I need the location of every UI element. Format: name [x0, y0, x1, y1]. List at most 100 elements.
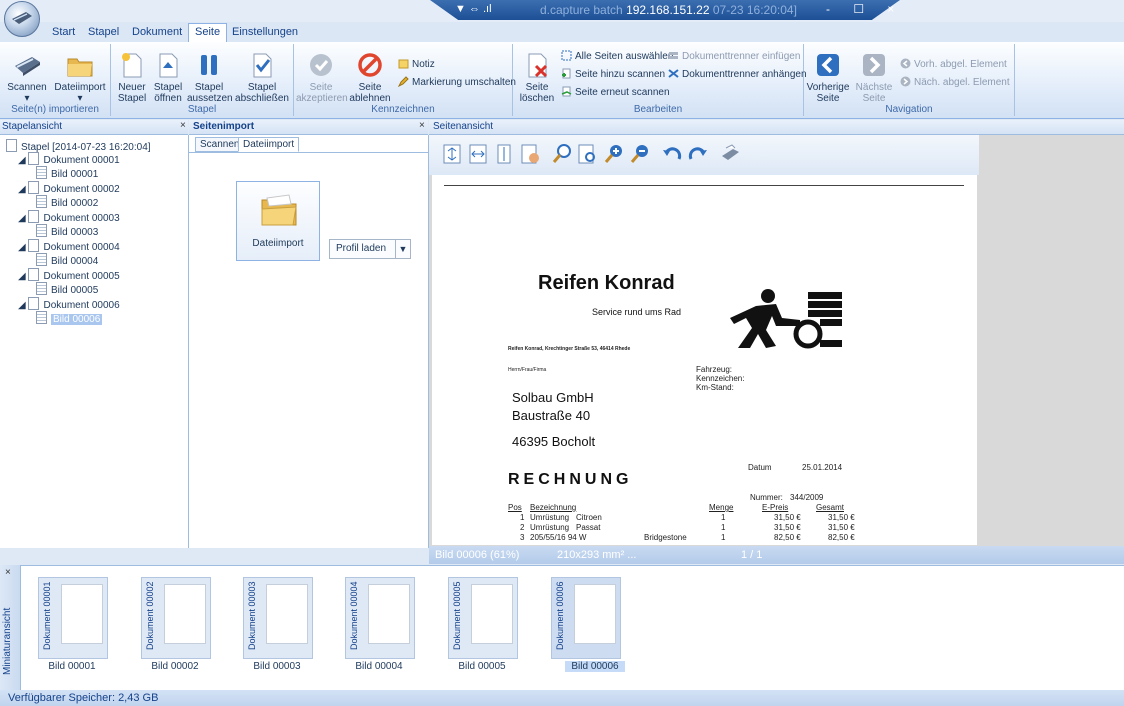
add-page-icon	[562, 68, 571, 79]
open-batch-button[interactable]: Stapel öffnen	[151, 50, 185, 104]
accept-page-button[interactable]: Seite akzeptieren	[296, 50, 348, 104]
thumbnail-item[interactable]: Dokument 00001	[38, 577, 108, 659]
tree-document[interactable]: ◢ Dokument 00004	[18, 239, 120, 253]
group-bearbeiten: Seite löschen Alle Seiten auswählen Seite…	[513, 44, 807, 116]
add-scan-button[interactable]: Seite hinzu scannen	[561, 68, 665, 80]
group-kennzeichnen: Seite akzeptieren Seite ablehnen Notiz Mar…	[294, 44, 516, 116]
chevron-left-icon	[817, 54, 839, 76]
tree-page[interactable]: Bild 00005	[36, 282, 98, 296]
thumbnail-image	[266, 584, 308, 644]
prev-label-1: Vorherige	[806, 82, 850, 93]
tree-page[interactable]: Bild 00004	[36, 253, 98, 267]
previous-element-button[interactable]: Vorh. abgel. Element	[900, 58, 1007, 70]
ribbon-tabs: Start Stapel Dokument Seite Einstellunge…	[0, 22, 1124, 42]
reject-page-button[interactable]: Seite ablehnen	[348, 50, 392, 104]
close-batch-button[interactable]: Stapel abschließen	[235, 50, 289, 104]
scan-button[interactable]: Scannen ▾	[4, 50, 50, 104]
close-seitenimport-button[interactable]: ×	[419, 120, 425, 131]
zoom-in-icon[interactable]	[603, 143, 625, 165]
application-menu-button[interactable]	[4, 1, 40, 37]
tree-document[interactable]: ◢ Dokument 00003	[18, 210, 120, 224]
chevron-right-icon	[863, 54, 885, 76]
tree-document-label: Dokument 00004	[43, 242, 120, 253]
tab-einstellungen[interactable]: Einstellungen	[232, 26, 298, 38]
vehicle-label: Fahrzeug:	[696, 365, 733, 374]
chevron-down-icon[interactable]: ▼	[395, 240, 410, 258]
fit-height-icon[interactable]	[493, 143, 515, 165]
pan-hand-icon[interactable]	[519, 143, 541, 165]
tab-stapel[interactable]: Stapel	[88, 26, 119, 38]
tab-seite[interactable]: Seite	[188, 23, 228, 42]
fit-page-icon[interactable]	[441, 143, 463, 165]
note-button[interactable]: Notiz	[398, 58, 435, 70]
new-batch-button[interactable]: Neuer Stapel	[115, 50, 149, 104]
window-controls[interactable]: - ☐ ×	[826, 2, 904, 16]
next-label-2: Seite	[862, 93, 886, 104]
tree-document[interactable]: ◢ Dokument 00002	[18, 181, 120, 195]
toggle-mark-button[interactable]: Markierung umschalten	[398, 76, 516, 88]
page-icon	[36, 166, 47, 179]
thumbnail-item[interactable]: Dokument 00002	[141, 577, 211, 659]
tab-start[interactable]: Start	[52, 26, 75, 38]
append-separator-button[interactable]: Dokumenttrenner anhängen	[668, 68, 807, 80]
tree-page[interactable]: Bild 00001	[36, 166, 98, 180]
tree-document[interactable]: ◢ Dokument 00001	[18, 152, 120, 166]
zoom-out-icon[interactable]	[629, 143, 651, 165]
insert-separator-button[interactable]: Dokumenttrenner einfügen	[668, 50, 800, 62]
viewer-toolbar	[429, 135, 979, 175]
file-import-button[interactable]: Dateiimport ▾	[54, 50, 106, 104]
next-element-button[interactable]: Näch. abgel. Element	[900, 76, 1010, 88]
accept-label-2: akzeptieren	[296, 93, 348, 104]
memory-status: Verfügbarer Speicher: 2,43 GB	[8, 692, 159, 704]
next-page-button[interactable]: Nächste Seite	[854, 50, 894, 104]
zoom-page-icon[interactable]	[577, 143, 599, 165]
ribbon: Scannen ▾ Dateiimport ▾ Seite(n) importier…	[0, 42, 1124, 119]
tab-dokument[interactable]: Dokument	[132, 26, 182, 38]
tree-page-selected[interactable]: Bild 00006	[36, 311, 103, 325]
status-bar: Verfügbarer Speicher: 2,43 GB	[0, 690, 1124, 706]
thumbnail-side-tab[interactable]: × Miniaturansicht	[0, 565, 21, 690]
select-all-button[interactable]: Alle Seiten auswählen	[561, 50, 673, 62]
invoice-slogan: Service rund ums Rad	[592, 307, 682, 317]
page-icon	[36, 311, 47, 324]
marker-pen-icon	[398, 76, 409, 87]
delete-page-button[interactable]: Seite löschen	[517, 50, 557, 104]
fit-width-icon[interactable]	[467, 143, 489, 165]
quick-access-toolbar[interactable]: ▼ ⇔ .ıl	[455, 3, 492, 15]
tree-document[interactable]: ◢ Dokument 00006	[18, 297, 120, 311]
tab-divider	[189, 152, 428, 153]
viewer-status-bar: Bild 00006 (61%) 210x293 mm² ... 1 / 1	[429, 546, 1124, 564]
note-label: Notiz	[412, 59, 435, 70]
profile-load-dropdown[interactable]: Profil laden ▼	[329, 239, 411, 259]
recipient-street: Baustraße 40	[512, 408, 591, 423]
thumbnail-item-selected[interactable]: Dokument 00006	[551, 577, 621, 659]
new-batch-label-1: Neuer	[118, 82, 146, 93]
suspend-batch-button[interactable]: Stapel aussetzen	[187, 50, 233, 104]
viewer-page-info: Bild 00006 (61%)	[435, 549, 520, 561]
tree-root[interactable]: Stapel [2014-07-23 16:20:04]	[6, 139, 151, 153]
close-stapelansicht-button[interactable]: ×	[180, 120, 186, 131]
thumbnail-item[interactable]: Dokument 00003	[243, 577, 313, 659]
tab-dateiimport[interactable]: Dateiimport	[238, 137, 300, 152]
rescan-page-icon[interactable]	[719, 143, 741, 165]
close-icon[interactable]: ×	[5, 567, 11, 578]
rotate-left-icon[interactable]	[661, 143, 683, 165]
thumbnail-caption: Bild 00002	[151, 661, 199, 672]
thumbnail-image	[574, 584, 616, 644]
thumbnail-item[interactable]: Dokument 00004	[345, 577, 415, 659]
thumbnail-item[interactable]: Dokument 00005	[448, 577, 518, 659]
rotate-right-icon[interactable]	[687, 143, 709, 165]
row-brand: Bridgestone	[644, 533, 687, 542]
tree-page-label: Bild 00006	[51, 314, 103, 325]
tree-page[interactable]: Bild 00002	[36, 195, 98, 209]
page-icon	[36, 224, 47, 237]
rescan-button[interactable]: Seite erneut scannen	[561, 86, 670, 98]
zoom-actual-size-icon[interactable]	[551, 143, 573, 165]
tree-page[interactable]: Bild 00003	[36, 224, 98, 238]
previous-page-button[interactable]: Vorherige Seite	[806, 50, 850, 104]
file-import-tile[interactable]: Dateiimport	[236, 181, 320, 261]
column-pos: Pos	[508, 503, 522, 512]
batch-tree[interactable]: Stapel [2014-07-23 16:20:04] ◢ Dokument …	[0, 135, 189, 548]
previous-element-label: Vorh. abgel. Element	[914, 59, 1007, 70]
tree-document[interactable]: ◢ Dokument 00005	[18, 268, 120, 282]
